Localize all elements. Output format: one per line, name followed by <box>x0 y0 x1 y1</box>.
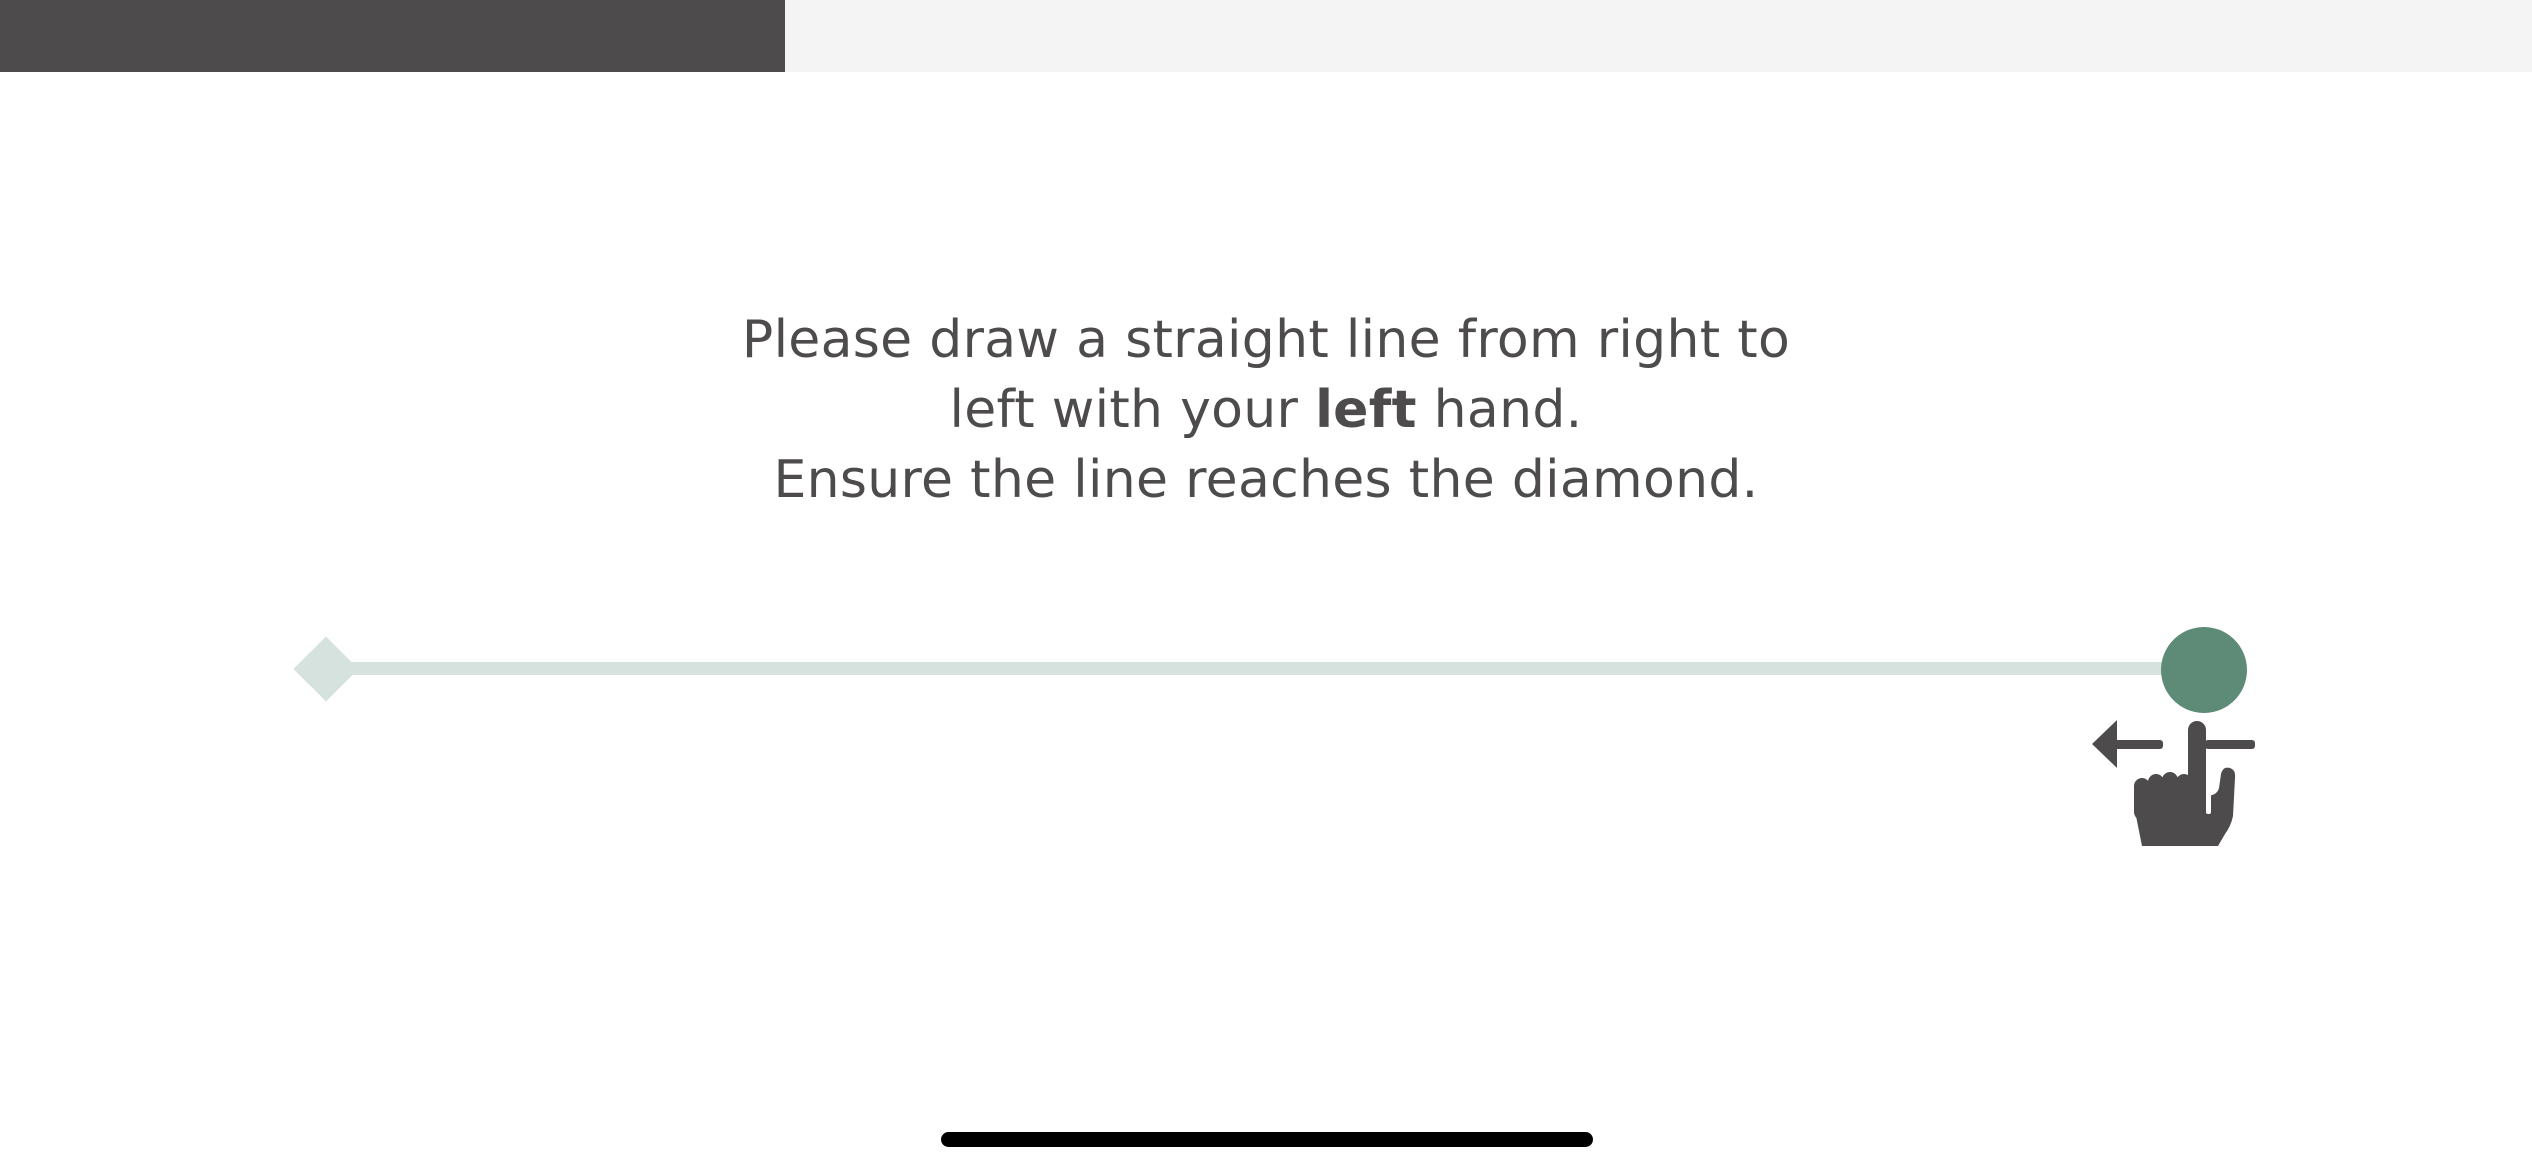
instruction-line-1: Please draw a straight line from right t… <box>741 310 1791 370</box>
progress-bar <box>0 0 2532 72</box>
progress-bar-fill <box>0 0 785 72</box>
instruction-line-2: left with your left hand. <box>566 375 1966 445</box>
instruction-text: Please draw a straight line from right t… <box>566 305 1966 515</box>
instruction-line-3: Ensure the line reaches the diamond. <box>773 450 1759 510</box>
instruction-emphasis: left <box>1315 380 1417 440</box>
target-diamond-icon <box>293 636 359 702</box>
instruction-line-2-end: hand. <box>1416 380 1583 440</box>
swipe-left-hand-icon <box>2085 716 2260 856</box>
instruction-line-2-start: left with your <box>949 380 1316 440</box>
home-indicator[interactable] <box>941 1132 1593 1147</box>
trace-guide-line[interactable] <box>330 662 2210 675</box>
start-point-dot[interactable] <box>2161 627 2247 713</box>
line-drawing-task-screen: Please draw a straight line from right t… <box>0 0 2532 1170</box>
